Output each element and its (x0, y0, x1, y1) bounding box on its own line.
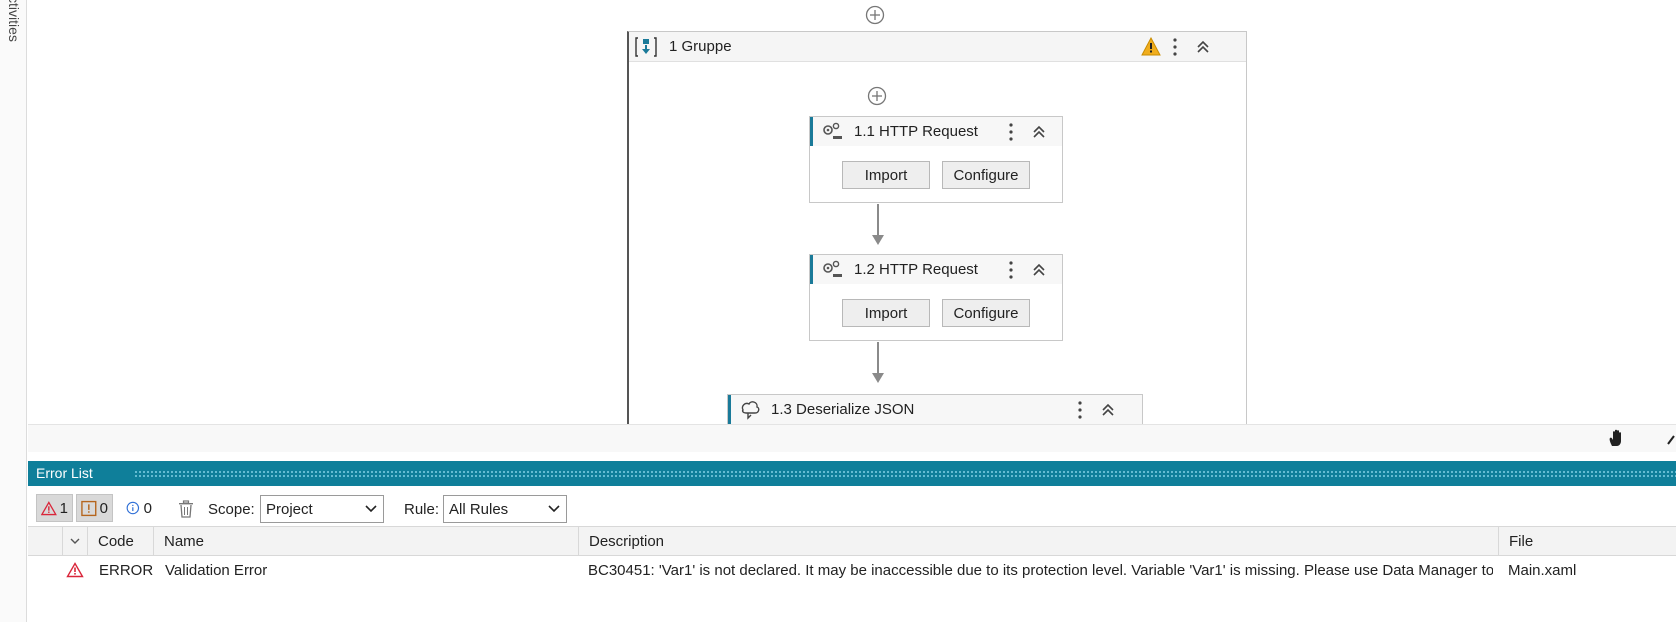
panel-drag-grip[interactable] (134, 470, 1676, 477)
import-button[interactable]: Import (842, 299, 930, 327)
canvas-footer-bar (28, 424, 1676, 452)
info-filter-toggle[interactable]: 0 (122, 494, 156, 522)
table-row[interactable]: ERROR Validation Error BC30451: 'Var1' i… (28, 556, 1676, 584)
column-header-file[interactable]: File (1499, 527, 1676, 555)
column-header-name[interactable]: Name (154, 527, 579, 555)
designer-canvas[interactable]: 1 Gruppe 1.1 HTTP Request Import Configu… (28, 0, 1676, 424)
errors-count: 1 (59, 499, 68, 517)
row-name: Validation Error (165, 562, 268, 579)
scope-label: Scope: (208, 501, 255, 518)
group-more-options-icon[interactable] (1169, 36, 1181, 58)
deserialize-json-icon (741, 401, 760, 420)
error-list-toolbar: 1 0 0 Scope: Project Rule: All Rules (28, 486, 1676, 526)
activities-tab-label: ctivities (6, 0, 22, 42)
row-description: BC30451: 'Var1' is not declared. It may … (588, 562, 1493, 579)
scope-select-value: Project (266, 501, 313, 518)
group-title: 1 Gruppe (669, 38, 732, 55)
flow-arrow-icon (872, 373, 884, 383)
activity-header[interactable]: 1.3 Deserialize JSON (728, 395, 1142, 424)
add-activity-plus-icon[interactable] (865, 5, 885, 25)
column-header-description[interactable]: Description (579, 527, 1499, 555)
warning-icon[interactable] (1141, 37, 1161, 56)
error-list-title: Error List (36, 465, 93, 481)
column-header-expand[interactable] (63, 527, 88, 555)
group-container[interactable]: 1 Gruppe 1.1 HTTP Request Import Configu… (627, 31, 1247, 424)
column-header-name-label: Name (164, 533, 205, 550)
configure-button[interactable]: Configure (942, 299, 1030, 327)
activity-http-request-1[interactable]: 1.1 HTTP Request Import Configure (809, 116, 1063, 203)
group-sequence-icon (635, 37, 657, 57)
flow-connector (877, 204, 879, 236)
column-header-file-label: File (1509, 533, 1534, 550)
activity-header[interactable]: 1.2 HTTP Request (810, 255, 1062, 284)
warnings-filter-toggle[interactable]: 0 (76, 494, 113, 522)
activity-more-options-icon[interactable] (1005, 121, 1017, 143)
add-activity-plus-icon[interactable] (867, 86, 887, 106)
error-triangle-icon (41, 500, 57, 515)
group-collapse-icon[interactable] (1194, 38, 1212, 56)
activity-http-request-2[interactable]: 1.2 HTTP Request Import Configure (809, 254, 1063, 341)
rule-label: Rule: (404, 501, 440, 518)
activity-more-options-icon[interactable] (1005, 259, 1017, 281)
chevron-down-icon[interactable] (69, 537, 81, 546)
chevron-down-icon (365, 505, 377, 513)
row-file: Main.xaml (1508, 562, 1577, 579)
column-header-code-label: Code (98, 533, 134, 550)
flow-arrow-icon (872, 235, 884, 245)
fit-to-screen-icon[interactable] (1664, 428, 1676, 448)
http-gears-icon (823, 122, 842, 139)
activity-collapse-icon[interactable] (1030, 123, 1048, 141)
chevron-down-icon (548, 505, 560, 513)
row-code: ERROR (99, 562, 154, 579)
column-header-code[interactable]: Code (88, 527, 154, 555)
error-list-panel-header[interactable]: Error List (28, 461, 1676, 486)
info-count: 0 (143, 499, 152, 517)
activity-title: 1.2 HTTP Request (854, 261, 978, 278)
activity-header[interactable]: 1.1 HTTP Request (810, 117, 1062, 146)
column-header-severity[interactable] (28, 527, 63, 555)
activity-deserialize-json[interactable]: 1.3 Deserialize JSON (727, 394, 1143, 424)
import-button[interactable]: Import (842, 161, 930, 189)
rule-select-value: All Rules (449, 501, 509, 518)
warnings-count: 0 (99, 499, 108, 517)
error-triangle-icon (66, 562, 84, 578)
group-header[interactable]: 1 Gruppe (629, 32, 1246, 62)
activity-title: 1.1 HTTP Request (854, 123, 978, 140)
activity-collapse-icon[interactable] (1099, 401, 1117, 419)
activity-title: 1.3 Deserialize JSON (771, 401, 915, 418)
column-header-description-label: Description (589, 533, 665, 550)
hand-pan-icon[interactable] (1607, 428, 1627, 448)
activities-panel-tab[interactable]: ctivities (0, 0, 27, 622)
info-circle-icon (126, 501, 140, 515)
warning-square-icon (81, 500, 97, 516)
activity-collapse-icon[interactable] (1030, 261, 1048, 279)
studio-window: ctivities 1 Gruppe 1.1 HTTP Request Impo… (0, 0, 1676, 622)
scope-select[interactable]: Project (260, 495, 384, 523)
rule-select[interactable]: All Rules (443, 495, 567, 523)
http-gears-icon (823, 260, 842, 277)
trash-icon[interactable] (178, 500, 194, 518)
activity-more-options-icon[interactable] (1074, 399, 1086, 421)
configure-button[interactable]: Configure (942, 161, 1030, 189)
flow-connector (877, 342, 879, 374)
error-grid-header: Code Name Description File (28, 526, 1676, 556)
errors-filter-toggle[interactable]: 1 (36, 494, 73, 522)
